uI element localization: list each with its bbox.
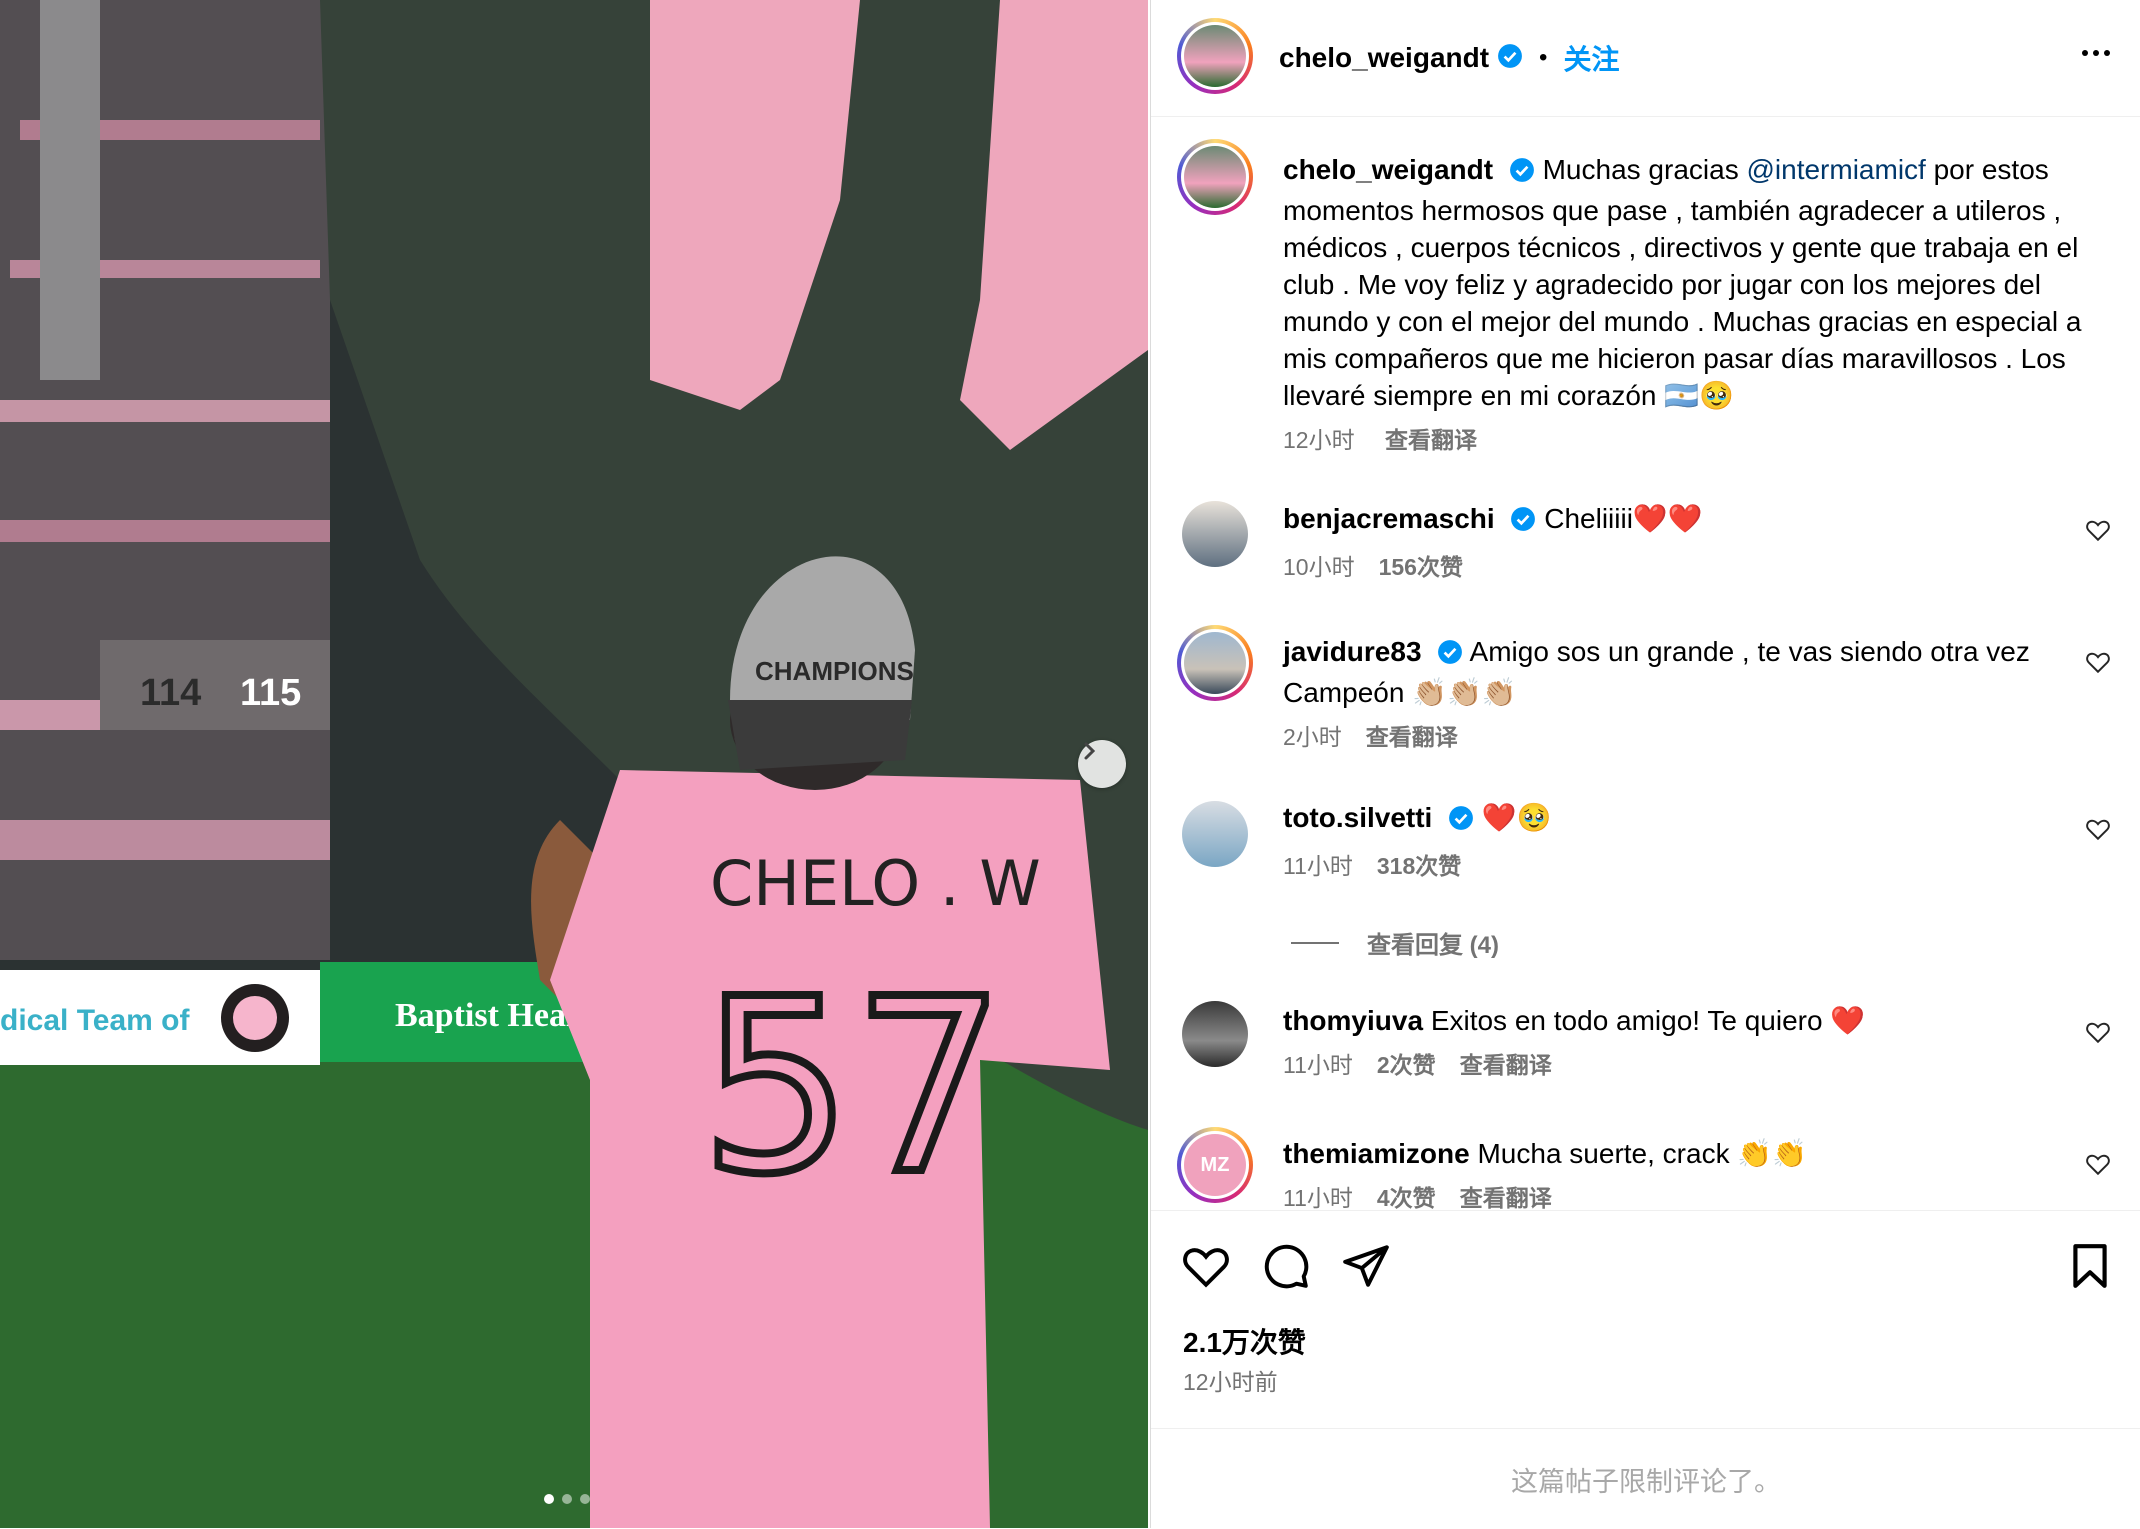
comment-username[interactable]: benjacremaschi: [1283, 503, 1495, 534]
chevron-right-icon: [1084, 742, 1096, 760]
comment-avatar[interactable]: [1182, 501, 1248, 567]
comment-likes[interactable]: 2次赞: [1377, 1052, 1436, 1078]
next-image-button[interactable]: [1078, 740, 1126, 788]
comment-avatar[interactable]: MZ: [1177, 1127, 1253, 1203]
likes-count[interactable]: 2.1万次赞: [1183, 1321, 1306, 1361]
author-username[interactable]: chelo_weigandt: [1279, 42, 1489, 74]
caption-avatar[interactable]: [1177, 139, 1253, 215]
see-translation-link[interactable]: 查看翻译: [1385, 427, 1477, 453]
caption-text-rest: por estos momentos hermosos que pase , t…: [1283, 154, 2082, 411]
stand-number-115: 115: [240, 672, 301, 714]
comment-bubble-icon[interactable]: [1261, 1241, 1311, 1296]
post-header: chelo_weigandt • 关注: [1151, 0, 2140, 117]
ad-board-text: dical Team of: [0, 1004, 191, 1037]
comment-item: thomyiuva Exitos en todo amigo! Te quier…: [1283, 1002, 2083, 1084]
comment-username[interactable]: toto.silvetti: [1283, 802, 1432, 833]
comment-item: themiamizone Mucha suerte, crack 👏👏 11小时…: [1283, 1135, 2083, 1209]
comment-text: ❤️🥹: [1481, 802, 1552, 833]
comments-limited-notice: 这篇帖子限制评论了。: [1151, 1428, 2140, 1529]
comment-text: Exitos en todo amigo! Te quiero ❤️: [1430, 1005, 1866, 1036]
jersey-number: 57: [700, 947, 1005, 1227]
save-bookmark-icon[interactable]: [2065, 1241, 2115, 1296]
comment-item: toto.silvetti ❤️🥹 11小时 318次赞: [1283, 799, 2083, 885]
separator-dot: •: [1539, 44, 1548, 71]
comment-avatar[interactable]: [1182, 801, 1248, 867]
caption: chelo_weigandt Muchas gracias @intermiam…: [1283, 151, 2083, 459]
verified-badge-icon: [1448, 803, 1474, 840]
comment-item: javidure83 Amigo sos un grande , te vas …: [1283, 633, 2083, 756]
like-comment-heart-icon[interactable]: [2085, 816, 2111, 847]
like-comment-heart-icon[interactable]: [2085, 1151, 2111, 1182]
comments-limited-text: 这篇帖子限制评论了。: [1511, 1466, 1781, 1497]
post-photo[interactable]: 114 115 dical Team of Baptist Health CHE…: [0, 0, 1148, 1528]
comment-likes[interactable]: 4次赞: [1377, 1185, 1436, 1209]
stand-number-114: 114: [140, 672, 201, 714]
like-comment-heart-icon[interactable]: [2085, 649, 2111, 680]
post-actions: 2.1万次赞 12小时前: [1151, 1210, 2140, 1431]
more-options-icon[interactable]: [2079, 36, 2113, 75]
comment-username[interactable]: themiamizone: [1283, 1138, 1470, 1169]
like-comment-heart-icon[interactable]: [2085, 1019, 2111, 1050]
carousel-dot: [562, 1494, 572, 1504]
verified-badge-icon: [1497, 43, 1523, 74]
caption-mention-link[interactable]: @intermiamicf: [1746, 154, 1925, 185]
see-translation-link[interactable]: 查看翻译: [1366, 724, 1458, 750]
comment-time: 2小时: [1283, 724, 1342, 750]
replies-line: [1291, 941, 1339, 944]
follow-button[interactable]: 关注: [1563, 38, 1619, 78]
caption-username[interactable]: chelo_weigandt: [1283, 154, 1493, 185]
see-translation-link[interactable]: 查看翻译: [1460, 1185, 1552, 1209]
see-translation-link[interactable]: 查看翻译: [1460, 1052, 1552, 1078]
comment-avatar[interactable]: [1177, 625, 1253, 701]
carousel-dot: [580, 1494, 590, 1504]
comment-time: 11小时: [1283, 853, 1353, 879]
comment-likes[interactable]: 156次赞: [1379, 554, 1463, 580]
comment-text: Cheliiiii❤️❤️: [1544, 503, 1703, 534]
like-heart-icon[interactable]: [1181, 1241, 1231, 1296]
comment-text: Mucha suerte, crack 👏👏: [1477, 1138, 1808, 1169]
like-comment-heart-icon[interactable]: [2085, 517, 2111, 548]
cap-text: CHAMPIONS: [755, 656, 914, 686]
post-panel: chelo_weigandt • 关注 chelo_weigandt Mucha…: [1150, 0, 2140, 1528]
verified-badge-icon: [1510, 504, 1536, 541]
comment-time: 11小时: [1283, 1185, 1353, 1209]
comment-username[interactable]: thomyiuva: [1283, 1005, 1423, 1036]
posted-time: 12小时前: [1183, 1369, 1278, 1395]
carousel-dots: [544, 1494, 590, 1504]
comment-item: benjacremaschi Cheliiiii❤️❤️ 10小时 156次赞: [1283, 500, 2083, 586]
caption-time: 12小时: [1283, 427, 1355, 453]
verified-badge-icon: [1509, 155, 1535, 192]
author-avatar[interactable]: [1177, 18, 1253, 94]
comment-avatar[interactable]: [1182, 1001, 1248, 1067]
view-replies-label: 查看回复 (4): [1367, 932, 1499, 959]
comment-likes[interactable]: 318次赞: [1377, 853, 1461, 879]
verified-badge-icon: [1437, 637, 1463, 674]
comments-list[interactable]: chelo_weigandt Muchas gracias @intermiam…: [1151, 117, 2140, 1209]
comment-username[interactable]: javidure83: [1283, 636, 1422, 667]
comment-time: 10小时: [1283, 554, 1355, 580]
caption-text-start: Muchas gracias: [1542, 154, 1747, 185]
photo-scene: 114 115 dical Team of Baptist Health CHE…: [0, 0, 1148, 1528]
share-send-icon[interactable]: [1341, 1241, 1391, 1296]
jersey-name: CHELO . W: [710, 847, 1041, 920]
view-replies-button[interactable]: 查看回复 (4): [1291, 925, 1499, 960]
comment-time: 11小时: [1283, 1052, 1353, 1078]
carousel-dot: [544, 1494, 554, 1504]
